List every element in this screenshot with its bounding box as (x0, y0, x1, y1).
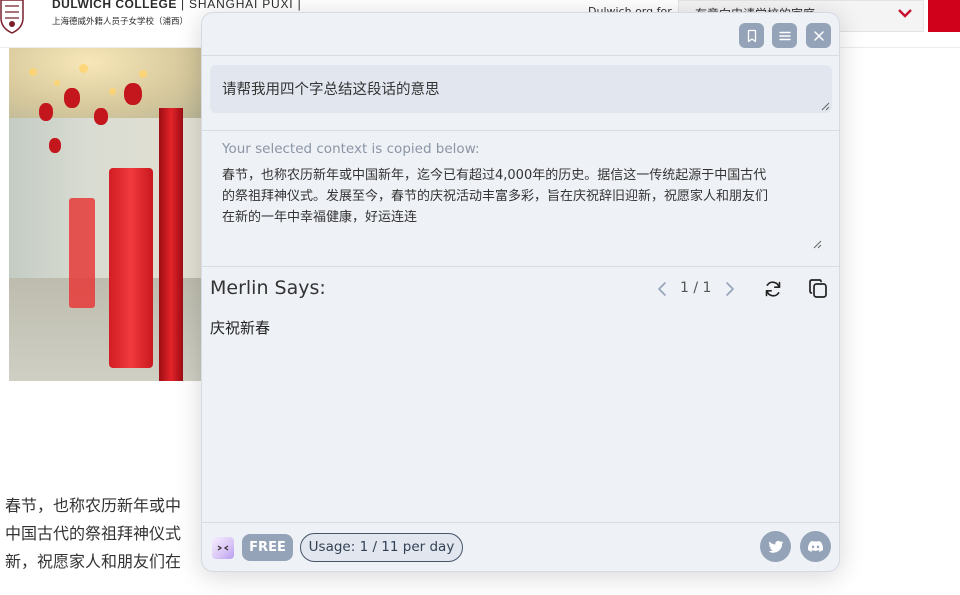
panel-toolbar (202, 13, 839, 56)
prompt-input[interactable]: 请帮我用四个字总结这段话的意思 (210, 65, 832, 113)
context-line: 在新的一年中幸福健康，好运连连 (222, 210, 418, 225)
resize-grip-icon[interactable] (812, 239, 822, 249)
context-line: 春节，也称农历新年或中国新年，迄今已有超过4,000年的历史。据信这一传统起源于… (222, 168, 767, 183)
plan-badge[interactable]: FREE (242, 534, 293, 561)
header-cta-button[interactable] (928, 0, 960, 32)
menu-button[interactable] (772, 23, 797, 48)
chevron-down-icon (898, 9, 912, 18)
divider (202, 130, 839, 131)
prompt-input-value: 请帮我用四个字总结这段话的意思 (222, 82, 440, 98)
page: DULWICH COLLEGE | SHANGHAI PUXI | 上海德威外籍… (0, 0, 960, 595)
usage-indicator[interactable]: Usage: 1 / 11 per day (300, 533, 463, 562)
context-label: Your selected context is copied below: (222, 141, 480, 157)
resize-grip-icon[interactable] (820, 101, 830, 111)
chevron-right-icon[interactable] (722, 280, 738, 298)
response-heading: Merlin Says: (210, 277, 326, 299)
close-icon (813, 30, 824, 41)
twitter-icon (768, 540, 784, 553)
bookmark-icon (747, 29, 756, 42)
twitter-button[interactable] (760, 531, 791, 562)
divider (202, 266, 839, 267)
bookmark-button[interactable] (739, 23, 764, 48)
paragraph-line: 春节，也称农历新年或中 (5, 496, 182, 515)
response-text: 庆祝新春 (210, 319, 271, 337)
article-paragraph: 春节，也称农历新年或中 中国古代的祭祖拜神仪式 新，祝愿家人和朋友们在 (5, 492, 220, 576)
school-crest-icon[interactable] (0, 0, 24, 34)
paragraph-line: 新，祝愿家人和朋友们在 (5, 552, 182, 571)
brand-name[interactable]: DULWICH COLLEGE | SHANGHAI PUXI | (52, 0, 302, 11)
menu-icon (778, 31, 791, 40)
merlin-logo-icon (212, 537, 234, 559)
hero-image (9, 48, 209, 381)
chevron-left-icon[interactable] (654, 280, 670, 298)
discord-button[interactable] (800, 531, 831, 562)
context-textarea[interactable]: 春节，也称农历新年或中国新年，迄今已有超过4,000年的历史。据信这一传统起源于… (222, 165, 822, 249)
panel-footer: FREE Usage: 1 / 11 per day (202, 522, 839, 571)
paragraph-line: 中国古代的祭祖拜神仪式 (5, 524, 182, 543)
regenerate-icon[interactable] (763, 279, 783, 299)
close-button[interactable] (806, 23, 831, 48)
merlin-panel: 请帮我用四个字总结这段话的意思 Your selected context is… (201, 12, 840, 572)
copy-icon[interactable] (808, 278, 828, 299)
discord-icon (807, 540, 824, 552)
context-line: 的祭祖拜神仪式。发展至今，春节的庆祝活动丰富多彩，旨在庆祝辞旧迎新，祝愿家人和朋… (222, 189, 769, 204)
brand-subtitle: 上海德威外籍人员子女学校（浦西） (52, 17, 189, 27)
response-pager: 1 / 1 (680, 280, 712, 296)
